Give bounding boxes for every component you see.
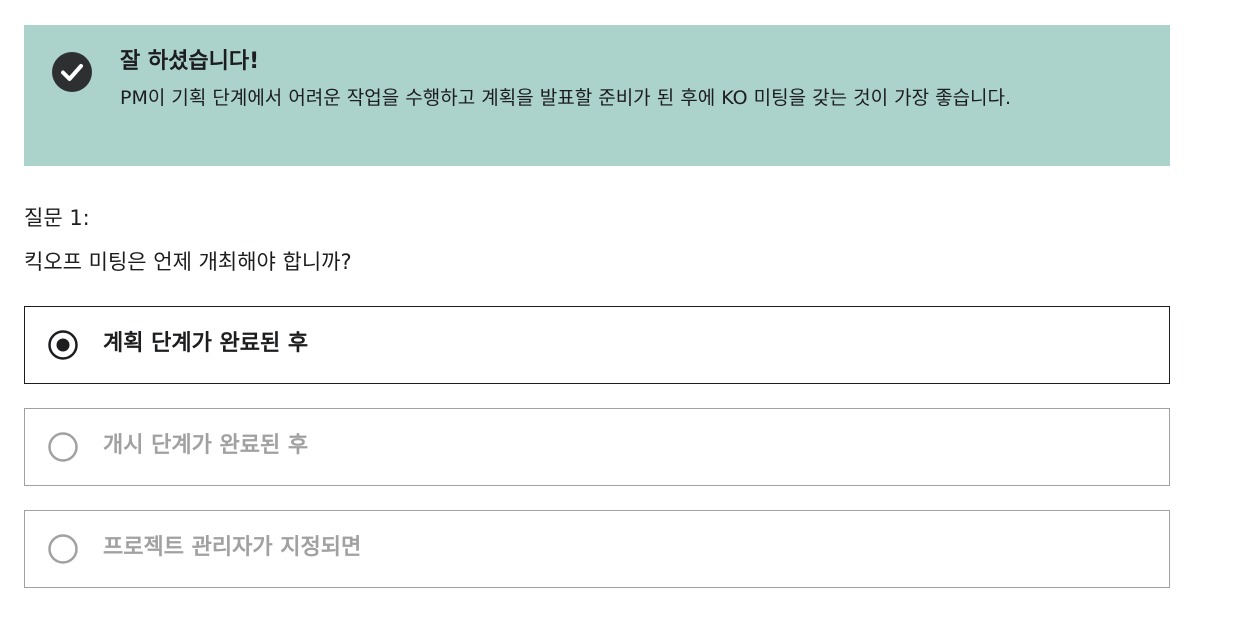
answer-option-label: 프로젝트 관리자가 지정되면 bbox=[103, 535, 362, 560]
question-text: 킥오프 미팅은 언제 개최해야 합니까? bbox=[24, 250, 352, 274]
radio-unselected-icon[interactable] bbox=[48, 534, 78, 564]
check-circle-icon bbox=[52, 52, 92, 92]
answer-option-label: 계획 단계가 완료된 후 bbox=[103, 331, 309, 356]
answer-option-2[interactable]: 개시 단계가 완료된 후 bbox=[24, 408, 1170, 486]
question-number: 질문 1: bbox=[24, 206, 90, 230]
answer-option-3[interactable]: 프로젝트 관리자가 지정되면 bbox=[24, 510, 1170, 588]
radio-selected-icon[interactable] bbox=[48, 330, 78, 360]
radio-unselected-icon[interactable] bbox=[48, 432, 78, 462]
answer-option-label: 개시 단계가 완료된 후 bbox=[103, 433, 309, 458]
feedback-message: PM이 기획 단계에서 어려운 작업을 수행하고 계획을 발표할 준비가 된 후… bbox=[120, 87, 1012, 109]
feedback-banner: 잘 하셨습니다! PM이 기획 단계에서 어려운 작업을 수행하고 계획을 발표… bbox=[24, 25, 1170, 166]
answer-option-1[interactable]: 계획 단계가 완료된 후 bbox=[24, 306, 1170, 384]
feedback-title: 잘 하셨습니다! bbox=[120, 49, 260, 74]
